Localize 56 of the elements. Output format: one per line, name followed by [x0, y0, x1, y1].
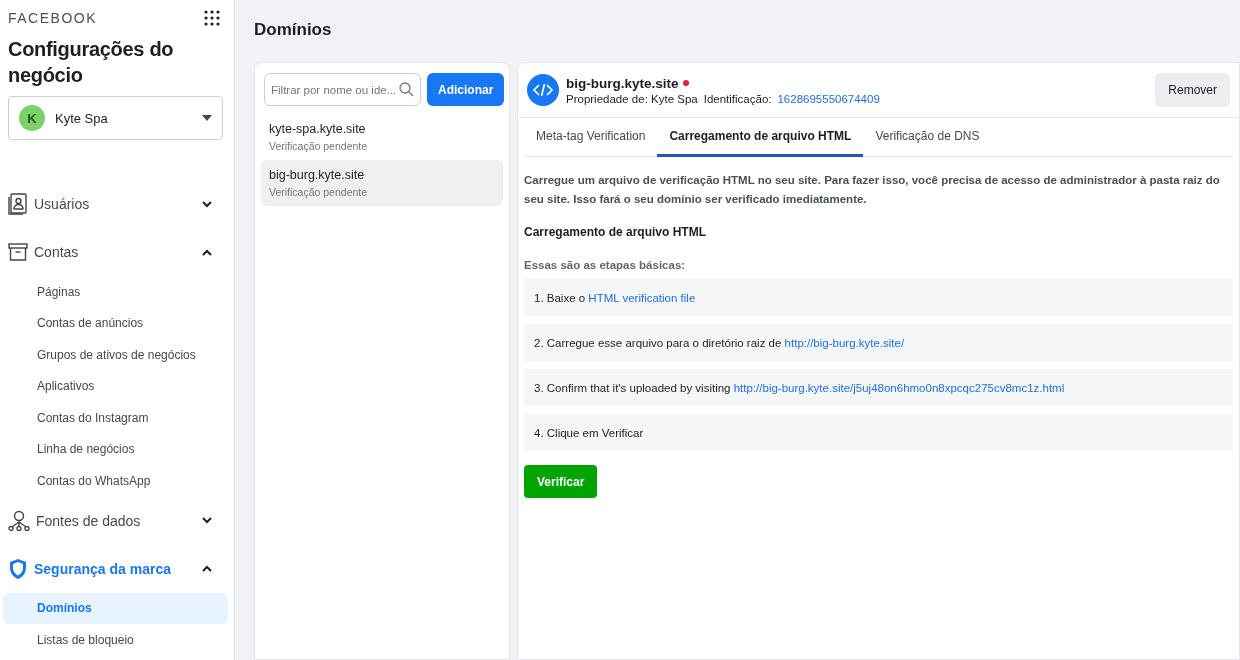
- owner-text: Propriedade de: Kyte Spa: [566, 92, 698, 105]
- domain-status: Verificação pendente: [269, 140, 369, 152]
- domain-status: Verificação pendente: [269, 186, 369, 198]
- account-avatar: K: [19, 105, 45, 131]
- nav-item[interactable]: Linha de negócios: [3, 433, 228, 465]
- chevron-up-icon: [202, 248, 212, 256]
- nav-item[interactable]: Contas do Instagram: [3, 402, 228, 434]
- step-text: 2. Carregue esse arquivo para o diretório raiz de http://big-burg.kyte.site/: [534, 336, 905, 349]
- account-selector[interactable]: K Kyte Spa: [8, 96, 223, 140]
- domain-name: big-burg.kyte.site: [269, 168, 366, 182]
- section-title: Carregamento de arquivo HTML: [524, 225, 708, 239]
- id-link[interactable]: 1628695550674409: [777, 92, 880, 105]
- nav-item[interactable]: Páginas: [3, 276, 228, 308]
- nav-section[interactable]: Segurança da marca: [0, 548, 234, 589]
- description-text: Carregue um arquivo de verificação HTML no seu site. Para fazer isso, você precisa de acesso de administrador à pasta raiz do seu site. Isso fará o seu domínio ser verificado imediatamente.: [524, 173, 1221, 207]
- nav-item[interactable]: Listas de bloqueio: [3, 624, 228, 656]
- nav-section[interactable]: Usuários: [0, 184, 234, 224]
- id-label: Identificação:: [703, 92, 772, 105]
- brand-name: FACEBOOK: [8, 10, 98, 26]
- remove-button[interactable]: Remover: [1155, 73, 1230, 107]
- page-title: Domínios: [254, 20, 333, 40]
- nav-item[interactable]: Grupos de ativos de negócios: [3, 339, 228, 371]
- chevron-down-icon: [202, 517, 212, 524]
- domain-list-item[interactable]: big-burg.kyte.site Verificação pendente: [261, 160, 503, 206]
- nav-section[interactable]: Fontes de dados: [0, 500, 234, 541]
- nav-item[interactable]: Aplicativos: [3, 370, 228, 402]
- nav-item[interactable]: Contas de anúncios: [3, 307, 228, 339]
- nav-item[interactable]: Domínios: [3, 592, 228, 624]
- steps-intro: Essas são as etapas básicas:: [524, 259, 687, 271]
- tab[interactable]: Carregamento de arquivo HTML: [657, 118, 864, 157]
- search-field[interactable]: Filtrar por nome ou ide...: [264, 73, 421, 106]
- step-text: 1. Baixe o HTML verification file: [534, 291, 696, 304]
- chevron-up-icon: [202, 565, 212, 572]
- nav-section[interactable]: Contas: [0, 232, 234, 272]
- shield-icon: [8, 557, 28, 580]
- tab[interactable]: Meta-tag Verification: [524, 118, 658, 157]
- search-icon: [399, 82, 414, 97]
- id-badge-icon: [8, 193, 28, 215]
- dropdown-caret-icon: [202, 115, 212, 121]
- page-heading: Configurações do negócio: [7, 37, 175, 88]
- network-nodes-icon: [8, 509, 30, 532]
- nav-item[interactable]: Contas do WhatsApp: [3, 465, 228, 497]
- domain-list-item[interactable]: kyte-spa.kyte.site Verificação pendente: [261, 114, 503, 160]
- step-link[interactable]: HTML verification file: [588, 291, 696, 304]
- domain-title: big-burg.kyte.site: [566, 75, 679, 91]
- domain-name: kyte-spa.kyte.site: [269, 122, 367, 136]
- add-button[interactable]: Adicionar: [427, 73, 505, 106]
- chevron-down-icon: [202, 200, 212, 208]
- step-link[interactable]: http://big-burg.kyte.site/: [784, 336, 905, 349]
- code-icon: [527, 74, 559, 106]
- step-text: 4. Clique em Verificar: [534, 426, 644, 439]
- step-text: 3. Confirm that it's uploaded by visiting http://big-burg.kyte.site/j5uj48on6hmo0n8xpcqc275cv8mc1z.html: [534, 381, 1065, 394]
- step-link[interactable]: http://big-burg.kyte.site/j5uj48on6hmo0n8xpcqc275cv8mc1z.html: [733, 381, 1065, 394]
- tab[interactable]: Verificação de DNS: [863, 118, 992, 157]
- app-grid-icon[interactable]: [204, 10, 220, 26]
- archive-box-icon: [8, 243, 28, 261]
